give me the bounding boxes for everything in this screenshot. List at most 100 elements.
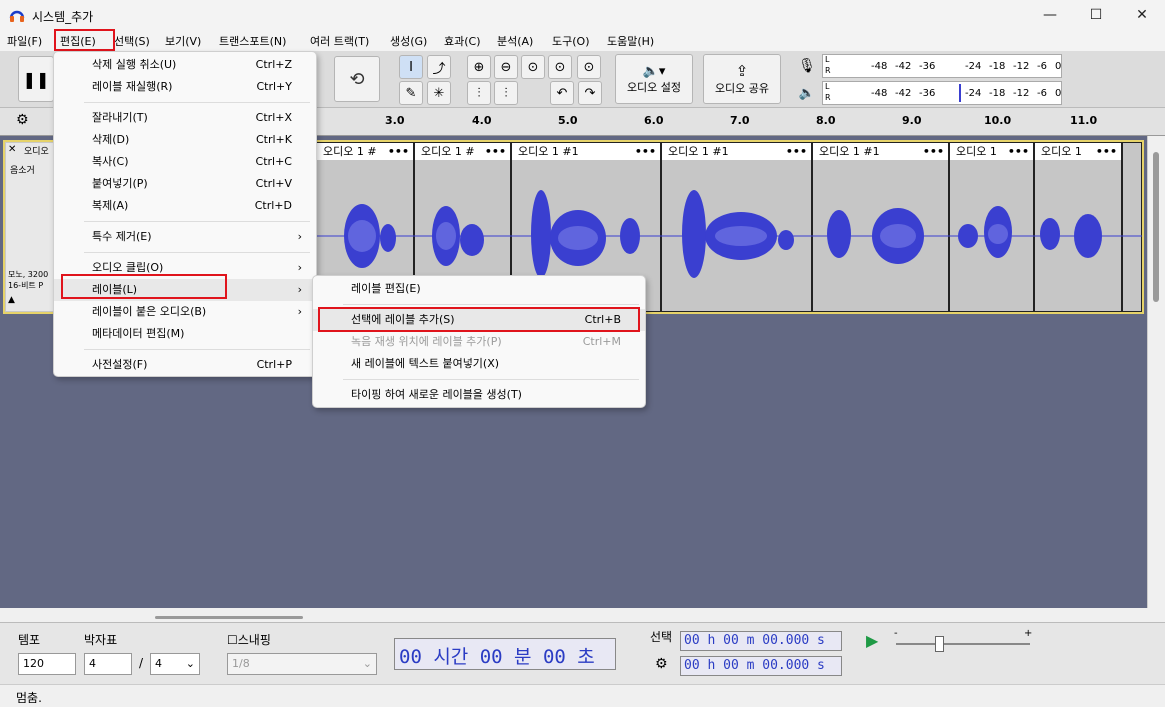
record-meter[interactable]: L R -48 -42 -36 -24 -18 -12 -6 0: [822, 54, 1062, 78]
loop-button[interactable]: ⟲: [334, 56, 380, 102]
tempo-input[interactable]: 120: [18, 653, 76, 675]
clip-menu-button[interactable]: •••: [485, 143, 506, 160]
menu-item-shortcut: Ctrl+P: [256, 358, 292, 371]
vertical-scrollbar[interactable]: [1147, 136, 1165, 608]
clip-menu-button[interactable]: •••: [786, 143, 807, 160]
selection-start-time[interactable]: 00 h 00 m 00.000 s: [680, 631, 842, 651]
select-tool-button[interactable]: I: [399, 55, 423, 79]
ruler-tick: 4.0: [472, 114, 492, 127]
clip-menu-button[interactable]: •••: [1008, 143, 1029, 160]
menu-item-metadata[interactable]: 메타데이터 편집(M): [54, 323, 316, 345]
meter-tick: 0: [1055, 88, 1062, 99]
clip-menu-button[interactable]: •••: [388, 143, 409, 160]
gear-icon[interactable]: ⚙: [16, 112, 29, 128]
meter-tick: -6: [1037, 61, 1047, 72]
menu-separator: [84, 221, 310, 222]
snap-checkbox[interactable]: ☐스내핑: [227, 631, 271, 648]
h-scrollbar-thumb[interactable]: [155, 616, 303, 619]
collapse-icon[interactable]: ▲: [8, 295, 15, 305]
asterisk-icon: ✳: [433, 85, 445, 101]
time-display-value: 00 시간 00 분 00 초: [399, 646, 595, 668]
menu-item-preferences[interactable]: 사전설정(F) Ctrl+P: [54, 354, 316, 376]
track-name[interactable]: 오디오: [24, 144, 49, 157]
multi-tool-button[interactable]: ✳: [427, 81, 451, 105]
clip-menu-button[interactable]: •••: [635, 143, 656, 160]
undo-button[interactable]: ↶: [550, 81, 574, 105]
audio-share-button[interactable]: ⇪ 오디오 공유: [703, 54, 781, 104]
time-signature-denominator[interactable]: 4 ⌄: [150, 653, 200, 675]
close-button[interactable]: ✕: [1119, 0, 1165, 30]
zoom-toggle-button[interactable]: ⊙: [577, 55, 601, 79]
menu-view[interactable]: 보기(V): [165, 33, 201, 49]
menu-generate[interactable]: 생성(G): [390, 33, 427, 49]
menu-select[interactable]: 선택(S): [114, 33, 150, 49]
maximize-button[interactable]: ☐: [1073, 0, 1119, 30]
zoom-in-button[interactable]: ⊕: [467, 55, 491, 79]
speed-slider-thumb[interactable]: [935, 636, 944, 652]
silence-button[interactable]: ⫶: [494, 81, 518, 105]
play-at-speed-icon[interactable]: ▶: [866, 631, 878, 650]
speed-slider-track[interactable]: [896, 643, 1030, 645]
envelope-icon: ⤴: [432, 61, 446, 77]
zoom-out-button[interactable]: ⊖: [494, 55, 518, 79]
horizontal-scrollbar[interactable]: [0, 608, 1165, 622]
menu-effect[interactable]: 효과(C): [444, 33, 481, 49]
playback-meter-r: R: [825, 93, 831, 102]
menu-item-undo[interactable]: 삭제 실행 취소(U) Ctrl+Z: [54, 54, 316, 76]
menu-item-copy[interactable]: 복사(C) Ctrl+C: [54, 151, 316, 173]
time-signature-numerator[interactable]: 4: [84, 653, 132, 675]
submenu-item-add-label-at-playback[interactable]: 녹음 재생 위치에 레이블 추가(P) Ctrl+M: [313, 331, 645, 353]
time-signature-label: 박자표: [84, 633, 118, 647]
menu-item-duplicate[interactable]: 복제(A) Ctrl+D: [54, 195, 316, 217]
fit-selection-button[interactable]: ⊙: [521, 55, 545, 79]
menu-item-redo[interactable]: 레이블 재실행(R) Ctrl+Y: [54, 76, 316, 98]
menu-item-labeled-audio[interactable]: 레이블이 붙은 오디오(B) ›: [54, 301, 316, 323]
track-close-button[interactable]: ✕: [8, 144, 16, 155]
gear-icon[interactable]: ⚙: [655, 656, 668, 672]
menu-item-paste[interactable]: 붙여넣기(P) Ctrl+V: [54, 173, 316, 195]
track-rate: 모노, 3200: [8, 270, 49, 279]
minimize-button[interactable]: —: [1027, 0, 1073, 30]
menu-analyze[interactable]: 분석(A): [497, 33, 533, 49]
trim-button[interactable]: ⫶: [467, 81, 491, 105]
audio-setup-label: 오디오 설정: [626, 80, 682, 94]
clip-menu-button[interactable]: •••: [1096, 143, 1117, 160]
selection-end-time[interactable]: 00 h 00 m 00.000 s: [680, 656, 842, 676]
menu-tools[interactable]: 도구(O): [552, 33, 589, 49]
menu-transport[interactable]: 트랜스포트(N): [219, 33, 286, 49]
pause-button[interactable]: ❚❚: [18, 56, 54, 102]
mute-button[interactable]: 음소거: [10, 163, 35, 176]
audio-setup-button[interactable]: 🔈▾ 오디오 설정: [615, 54, 693, 104]
snap-select[interactable]: 1/8 ⌄: [227, 653, 377, 675]
fit-project-button[interactable]: ⊙: [548, 55, 572, 79]
menu-file[interactable]: 파일(F): [7, 33, 42, 49]
redo-button[interactable]: ↷: [578, 81, 602, 105]
submenu-item-edit-labels[interactable]: 레이블 편집(E): [313, 278, 645, 300]
menu-item-delete[interactable]: 삭제(D) Ctrl+K: [54, 129, 316, 151]
playback-speaker-icon[interactable]: 🔈: [796, 81, 818, 105]
menu-help[interactable]: 도움말(H): [607, 33, 654, 49]
menu-separator: [84, 349, 310, 350]
time-display[interactable]: 00 시간 00 분 00 초: [394, 638, 616, 670]
menu-item-label: 레이블 편집(E): [351, 282, 421, 295]
menu-item-remove-special[interactable]: 특수 제거(E) ›: [54, 226, 316, 248]
menu-item-shortcut: Ctrl+Y: [256, 80, 292, 93]
ruler-tick: 3.0: [385, 114, 405, 127]
clip-menu-button[interactable]: •••: [923, 143, 944, 160]
silence-icon: ⫶: [504, 85, 508, 101]
snap-value: 1/8: [232, 657, 250, 670]
envelope-tool-button[interactable]: ⤴: [427, 55, 451, 79]
scrollbar-thumb[interactable]: [1153, 152, 1159, 302]
ruler-tick: 10.0: [984, 114, 1012, 127]
menu-tracks[interactable]: 여러 트랙(T): [310, 33, 369, 49]
draw-tool-button[interactable]: ✎: [399, 81, 423, 105]
microphone-icon[interactable]: 🎙: [796, 54, 818, 78]
record-meter-r: R: [825, 66, 831, 75]
submenu-item-paste-text-new-label[interactable]: 새 레이블에 텍스트 붙여넣기(X): [313, 353, 645, 375]
submenu-item-type-to-create-label[interactable]: 타이핑 하여 새로운 레이블을 생성(T): [313, 384, 645, 406]
playback-meter[interactable]: L R -48 -42 -36 -24 -18 -12 -6 0: [822, 81, 1062, 105]
meter-tick: -42: [895, 88, 912, 99]
menu-separator: [343, 379, 639, 380]
menu-item-cut[interactable]: 잘라내기(T) Ctrl+X: [54, 107, 316, 129]
submenu-arrow-icon: ›: [297, 283, 302, 296]
